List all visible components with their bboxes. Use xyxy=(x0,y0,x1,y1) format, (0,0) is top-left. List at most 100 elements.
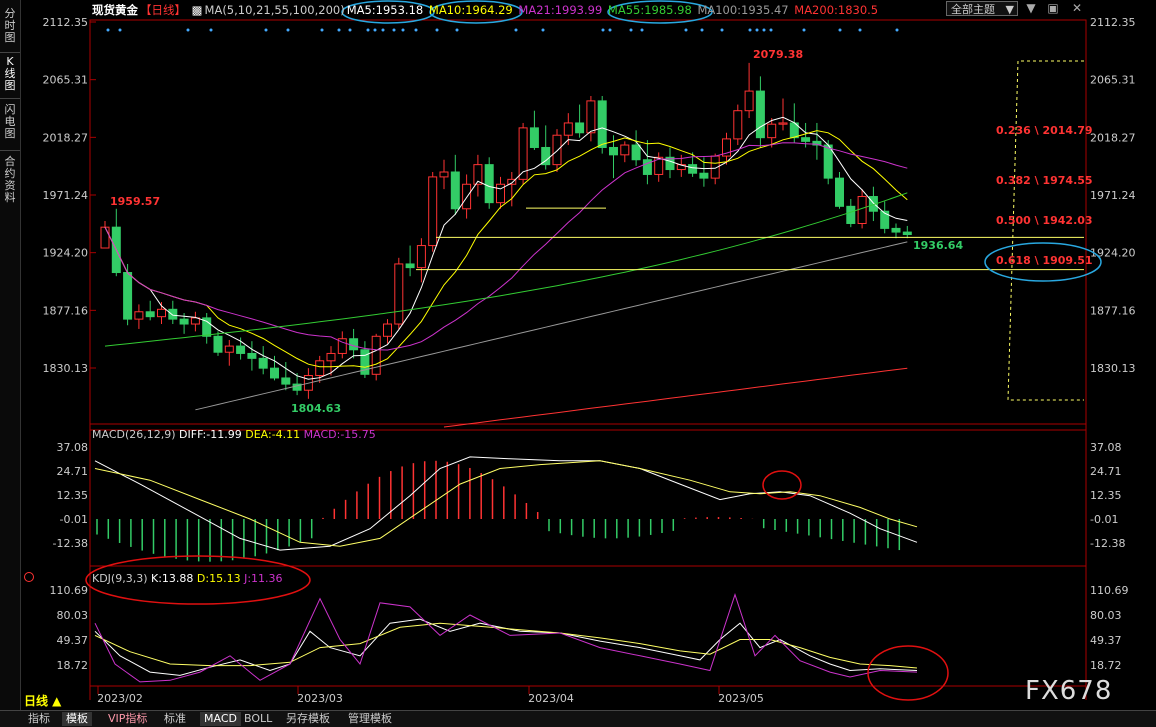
tab-save-template[interactable]: 另存模板 xyxy=(282,712,334,726)
sidebar-divider xyxy=(0,52,20,53)
price-axis-label-right: 2018.27 xyxy=(1090,131,1136,144)
candle-up xyxy=(383,323,392,337)
ma100-value: MA100:1935.47 xyxy=(697,3,789,17)
price-axis-label-left: 2065.31 xyxy=(43,74,89,87)
indicator-settings-icon[interactable] xyxy=(24,572,34,582)
candle-down xyxy=(891,227,901,233)
tab-standard[interactable]: 标准 xyxy=(160,712,190,726)
macd-axis-label-left: 24.71 xyxy=(57,465,89,478)
period-selector[interactable]: 日线 ▲ xyxy=(24,692,61,709)
signal-dot xyxy=(838,28,842,32)
macd-legend: MACD(26,12,9) DIFF:-11.99 DEA:-4.11 MACD… xyxy=(92,428,376,441)
signal-dot xyxy=(629,28,633,32)
sidebar-item-contract-info[interactable]: 合约资料 xyxy=(2,156,18,208)
macd-title: MACD(26,12,9) xyxy=(92,428,176,441)
ma5-line xyxy=(104,116,908,380)
ma55-value: MA55:1985.98 xyxy=(607,3,692,17)
sidebar-item-flash[interactable]: 闪电图 xyxy=(2,104,18,142)
fibonacci-level-label: 0.500 \ 1942.03 xyxy=(996,214,1093,227)
candle-down xyxy=(349,338,359,351)
candle-up xyxy=(428,176,438,247)
candle-up xyxy=(857,196,867,224)
tab-manage-template[interactable]: 管理模板 xyxy=(344,712,396,726)
candle-down xyxy=(236,345,246,354)
price-panel-frame xyxy=(89,19,1087,431)
price-axis-label-left: 1830.13 xyxy=(43,362,89,375)
kdj-d: D:15.13 xyxy=(196,572,241,585)
signal-dot xyxy=(366,28,370,32)
signal-dot xyxy=(392,28,396,32)
macd-axis-label-left: 37.08 xyxy=(57,441,89,454)
tab-vip-indicator[interactable]: VIP指标 xyxy=(104,712,151,726)
signal-dot xyxy=(264,28,268,32)
kdj-axis-label-right: 110.69 xyxy=(1090,584,1129,597)
candle-up xyxy=(586,100,596,134)
candle-up xyxy=(620,144,630,156)
candle-up xyxy=(134,311,144,320)
signal-dot xyxy=(748,28,752,32)
signal-dot xyxy=(802,28,806,32)
candle-down xyxy=(247,352,257,359)
fibonacci-level-label: 0.236 \ 2014.79 xyxy=(996,124,1093,137)
candle-up xyxy=(224,345,234,353)
signal-dot xyxy=(541,28,545,32)
candle-down xyxy=(281,377,291,385)
candle-down xyxy=(123,272,133,320)
highlight-circle xyxy=(762,470,802,500)
macd-axis-label-left: -12.38 xyxy=(53,537,88,550)
kdj-legend: KDJ(9,3,3) K:13.88 D:15.13 J:11.36 xyxy=(92,572,283,585)
kdj-axis-label-left: 80.03 xyxy=(57,609,89,622)
period-tag: 【日线】 xyxy=(140,3,186,17)
signal-dot xyxy=(769,28,773,32)
candle-up xyxy=(552,134,562,166)
tab-template[interactable]: 模板 xyxy=(62,712,92,726)
tab-macd[interactable]: MACD xyxy=(200,712,241,726)
candle-up xyxy=(315,360,325,377)
candle-down xyxy=(145,311,155,318)
candle-up xyxy=(563,122,573,136)
ma10-line xyxy=(104,130,908,368)
candle-down xyxy=(801,137,811,142)
theme-select[interactable]: 全部主题 ▼ xyxy=(946,1,1018,16)
chevron-down-icon: ▼ xyxy=(1005,3,1014,16)
signal-dot xyxy=(106,28,110,32)
macd-axis-label-right: -0.01 xyxy=(1090,513,1118,526)
candle-down xyxy=(405,263,415,269)
macd-value: MACD:-15.75 xyxy=(303,428,376,441)
price-axis-label-right: 1877.16 xyxy=(1090,304,1136,317)
candle-down xyxy=(755,90,765,139)
restore-icon[interactable]: ▣ xyxy=(1046,1,1060,15)
signal-dot xyxy=(209,28,213,32)
ma5-value: MA5:1953.18 xyxy=(346,3,424,17)
macd-diff: DIFF:-11.99 xyxy=(179,428,242,441)
sidebar-item-kline[interactable]: K线图 xyxy=(2,56,18,94)
sidebar-item-timeshare[interactable]: 分时图 xyxy=(2,8,18,46)
sidebar-divider xyxy=(0,150,20,151)
symbol-name: 现货黄金 xyxy=(92,3,138,17)
signal-dot xyxy=(348,28,352,32)
watermark-logo: FX678 xyxy=(1025,676,1113,706)
minimize-icon[interactable]: ▼ xyxy=(1024,1,1038,15)
signal-dot xyxy=(373,28,377,32)
signal-dot xyxy=(381,28,385,32)
price-axis-label-right: 2065.31 xyxy=(1090,74,1136,87)
ma21-value: MA21:1993.99 xyxy=(518,3,603,17)
price-annotation-low: 1936.64 xyxy=(913,239,963,252)
signal-dot xyxy=(118,28,122,32)
ma200-line xyxy=(443,367,908,428)
ma-settings-icon[interactable]: ▩ xyxy=(192,3,203,17)
candle-down xyxy=(213,335,223,353)
signal-dot xyxy=(684,28,688,32)
kdj-axis-label-left: 18.72 xyxy=(57,659,89,672)
macd-dea: DEA:-4.11 xyxy=(245,428,301,441)
tab-boll[interactable]: BOLL xyxy=(240,712,276,726)
candle-down xyxy=(880,210,890,229)
signal-dot xyxy=(720,28,724,32)
close-icon[interactable]: ✕ xyxy=(1070,1,1084,15)
signal-dot xyxy=(608,28,612,32)
chart-canvas[interactable]: 2112.35 2112.35 2065.31 2065.31 2018.27 2018.… xyxy=(21,0,1156,710)
candle-down xyxy=(179,318,189,325)
price-axis-label-right: 1971.24 xyxy=(1090,189,1136,202)
tab-indicator[interactable]: 指标 xyxy=(24,712,54,726)
kdj-k-line xyxy=(94,618,918,676)
